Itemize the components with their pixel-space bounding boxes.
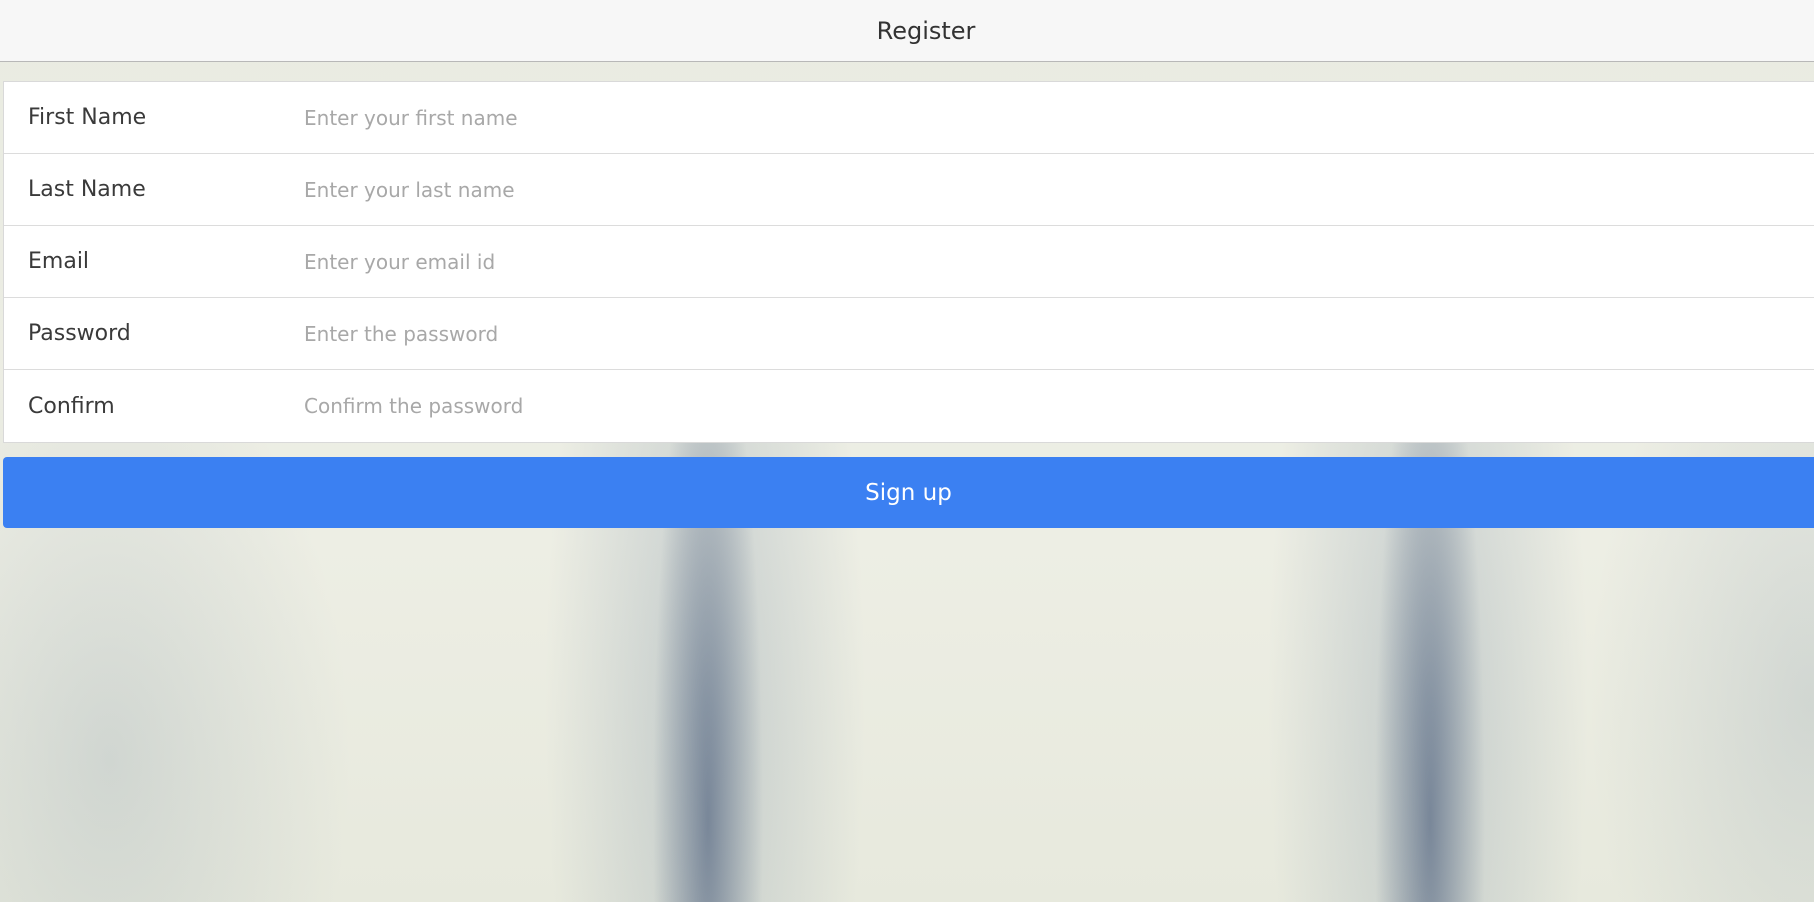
password-row: Password bbox=[4, 298, 1814, 370]
email-input[interactable] bbox=[304, 231, 1814, 292]
password-input[interactable] bbox=[304, 303, 1814, 364]
last-name-input[interactable] bbox=[304, 159, 1814, 220]
email-label: Email bbox=[28, 249, 90, 274]
password-label: Password bbox=[28, 321, 131, 346]
navbar: Register bbox=[0, 0, 1814, 62]
registration-form: First Name Last Name Email Password Conf… bbox=[3, 81, 1814, 443]
first-name-label: First Name bbox=[28, 105, 147, 130]
email-row: Email bbox=[4, 226, 1814, 298]
first-name-row: First Name bbox=[4, 82, 1814, 154]
sign-up-button[interactable]: Sign up bbox=[3, 457, 1814, 528]
confirm-password-row: Confirm bbox=[4, 370, 1814, 442]
first-name-input[interactable] bbox=[304, 87, 1814, 148]
page-title: Register bbox=[876, 16, 976, 45]
last-name-row: Last Name bbox=[4, 154, 1814, 226]
confirm-password-input[interactable] bbox=[304, 376, 1814, 436]
confirm-password-label: Confirm bbox=[28, 393, 115, 419]
last-name-label: Last Name bbox=[28, 177, 146, 202]
